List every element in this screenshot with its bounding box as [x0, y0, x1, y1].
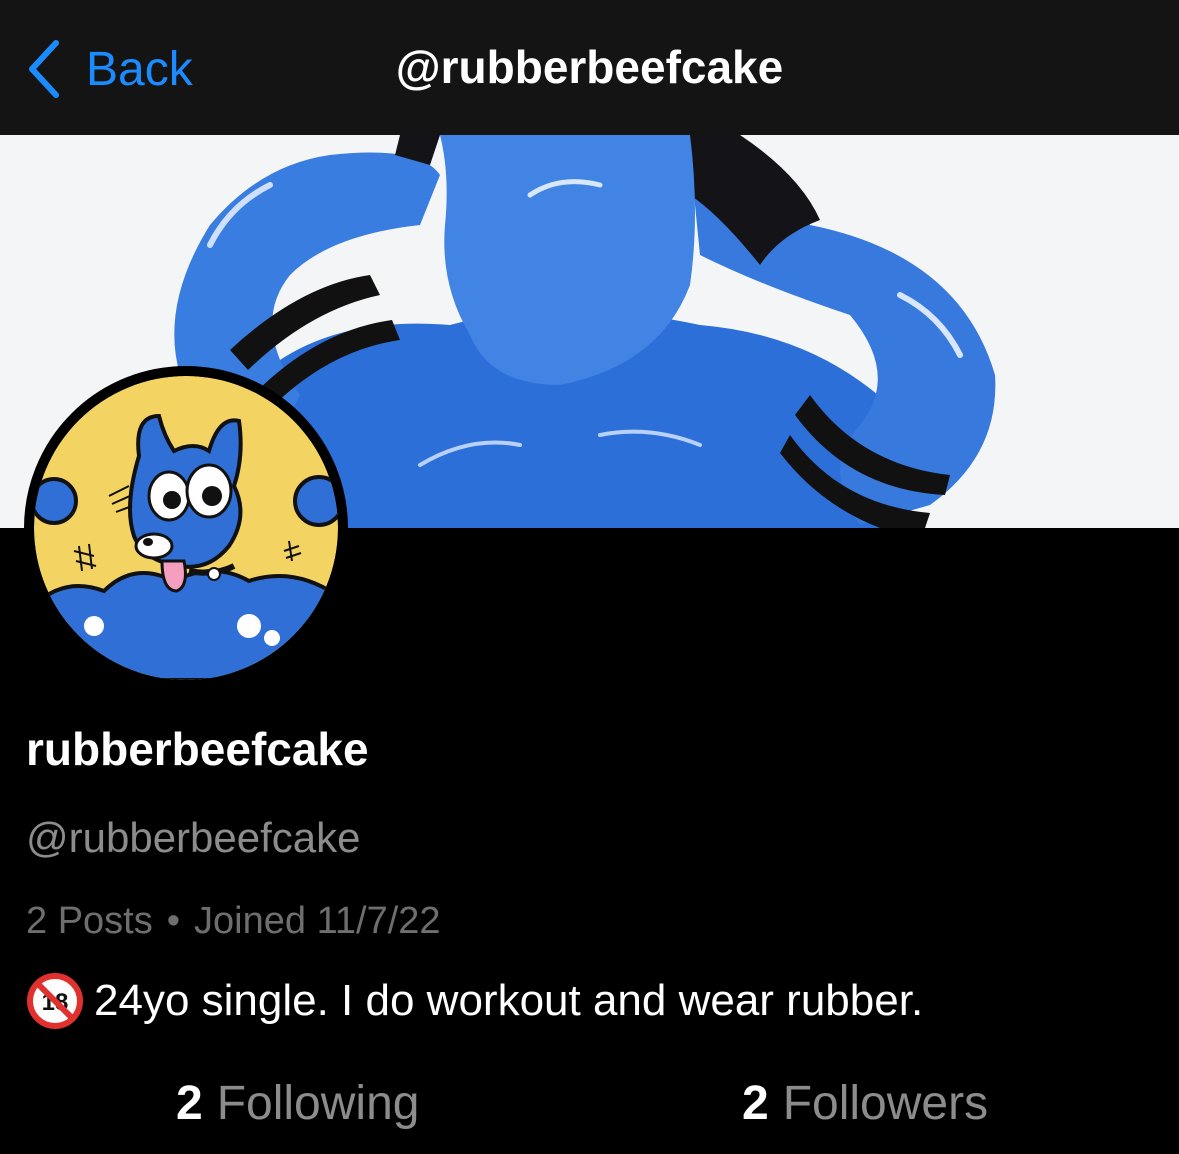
followers-label: Followers	[782, 1077, 989, 1130]
following-link[interactable]: 2 Following	[176, 1076, 419, 1131]
followers-count: 2	[742, 1077, 769, 1130]
followers-link[interactable]: 2 Followers	[742, 1076, 988, 1131]
bio-text: 24yo single. I do workout and wear rubbe…	[94, 976, 924, 1025]
avatar[interactable]	[24, 366, 348, 690]
post-count: 2 Posts	[26, 900, 153, 942]
profile-bio: 18 24yo single. I do workout and wear ru…	[26, 972, 923, 1030]
username-handle: @rubberbeefcake	[26, 814, 361, 861]
navigation-bar: Back @rubberbeefcake	[0, 0, 1179, 135]
profile-meta: 2 Posts • Joined 11/7/22	[26, 900, 441, 943]
following-count: 2	[176, 1077, 203, 1130]
display-name: rubberbeefcake	[26, 723, 369, 775]
joined-date: Joined 11/7/22	[194, 900, 441, 942]
following-label: Following	[216, 1077, 420, 1130]
no-under-18-icon: 18	[27, 973, 83, 1029]
avatar-illustration	[34, 376, 338, 680]
meta-separator: •	[166, 900, 181, 942]
page-title: @rubberbeefcake	[395, 41, 784, 93]
